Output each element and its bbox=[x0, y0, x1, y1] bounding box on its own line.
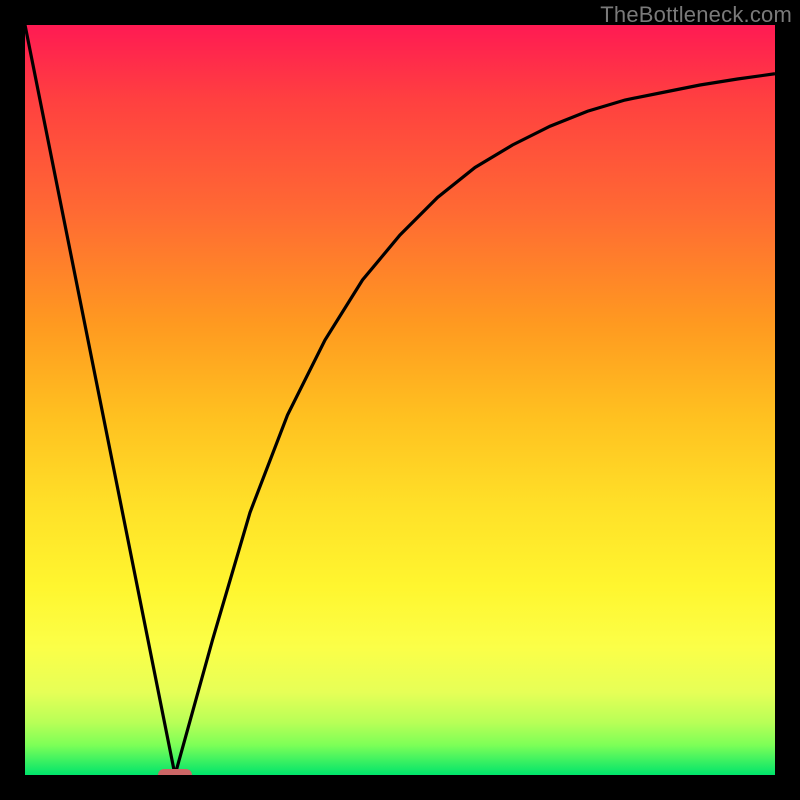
chart-frame bbox=[0, 0, 800, 800]
chart-stage: TheBottleneck.com bbox=[0, 0, 800, 800]
watermark-text: TheBottleneck.com bbox=[600, 2, 792, 28]
